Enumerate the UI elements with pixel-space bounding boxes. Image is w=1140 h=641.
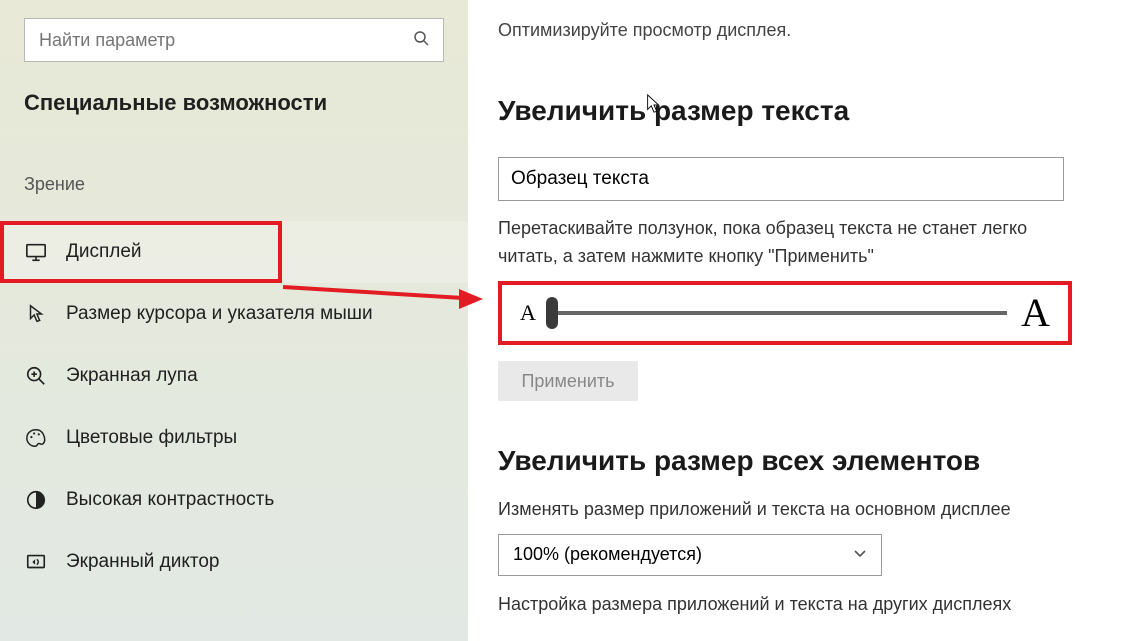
nav-item-label: Дисплей [66,241,142,263]
section-title-text-size: Увеличить размер текста [498,95,1104,127]
search-icon [413,30,429,51]
monitor-icon [24,240,48,264]
chevron-down-icon [853,546,867,563]
magnifier-plus-icon [24,364,48,388]
scale-description: Изменять размер приложений и текста на о… [498,499,1104,520]
nav-item-label: Цветовые фильтры [66,427,237,449]
annotation-slider-highlight: A A [498,281,1072,345]
sample-text: Образец текста [511,168,649,190]
nav-item-color-filters[interactable]: Цветовые фильтры [0,407,468,469]
nav-item-display[interactable]: Дисплей [0,221,468,283]
nav-item-label: Экранная лупа [66,365,198,387]
nav-item-high-contrast[interactable]: Высокая контрастность [0,469,468,531]
sidebar: Специальные возможности Зрение Дисплей Р… [0,0,468,641]
nav-item-label: Высокая контрастность [66,489,274,511]
slider-description: Перетаскивайте ползунок, пока образец те… [498,215,1078,271]
text-size-slider[interactable] [548,311,1007,315]
cursor-icon [24,302,48,326]
other-displays-text: Настройка размера приложений и текста на… [498,594,1104,615]
palette-icon [24,426,48,450]
search-box[interactable] [24,18,444,62]
nav-item-label: Экранный диктор [66,551,219,573]
page-hint: Оптимизируйте просмотр дисплея. [498,20,1104,41]
scale-value: 100% (рекомендуется) [513,544,702,565]
slider-large-a: A [1021,289,1050,336]
sample-text-box: Образец текста [498,157,1064,201]
main-content: Оптимизируйте просмотр дисплея. Увеличит… [468,0,1140,641]
section-title-scale: Увеличить размер всех элементов [498,445,1104,477]
apply-button: Применить [498,361,638,401]
scale-select[interactable]: 100% (рекомендуется) [498,534,882,576]
nav: Дисплей Размер курсора и указателя мыши … [0,221,468,593]
nav-item-narrator[interactable]: Экранный диктор [0,531,468,593]
nav-item-magnifier[interactable]: Экранная лупа [0,345,468,407]
slider-small-a: A [520,300,536,326]
nav-item-label: Размер курсора и указателя мыши [66,303,373,325]
sidebar-title: Специальные возможности [24,90,444,116]
nav-item-cursor[interactable]: Размер курсора и указателя мыши [0,283,468,345]
narrator-icon [24,550,48,574]
slider-thumb[interactable] [546,297,558,329]
search-input[interactable] [39,30,413,51]
sidebar-group-label: Зрение [24,174,468,195]
contrast-icon [24,488,48,512]
